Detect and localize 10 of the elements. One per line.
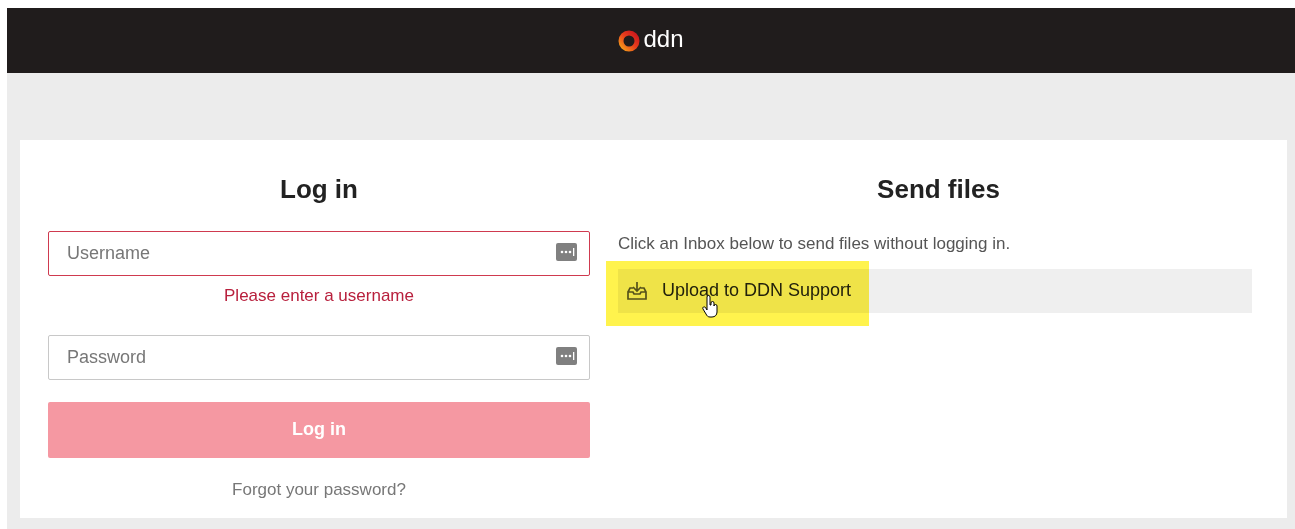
text-field[interactable]: Username <box>48 231 590 276</box>
send-files-title: Send files <box>876 173 1001 206</box>
text-field[interactable]: Password <box>48 334 590 380</box>
forgot-password-link[interactable]: Forgot your password? <box>232 476 406 502</box>
send-files-description: Click an Inbox below to send files without logging in. <box>618 233 1012 255</box>
error-message: Please enter a username <box>224 285 414 307</box>
logo-text: ddn <box>643 27 684 54</box>
password-manager-icon[interactable] <box>556 243 577 261</box>
login-title: Log in <box>280 173 358 206</box>
logo-ring-icon <box>618 29 641 52</box>
